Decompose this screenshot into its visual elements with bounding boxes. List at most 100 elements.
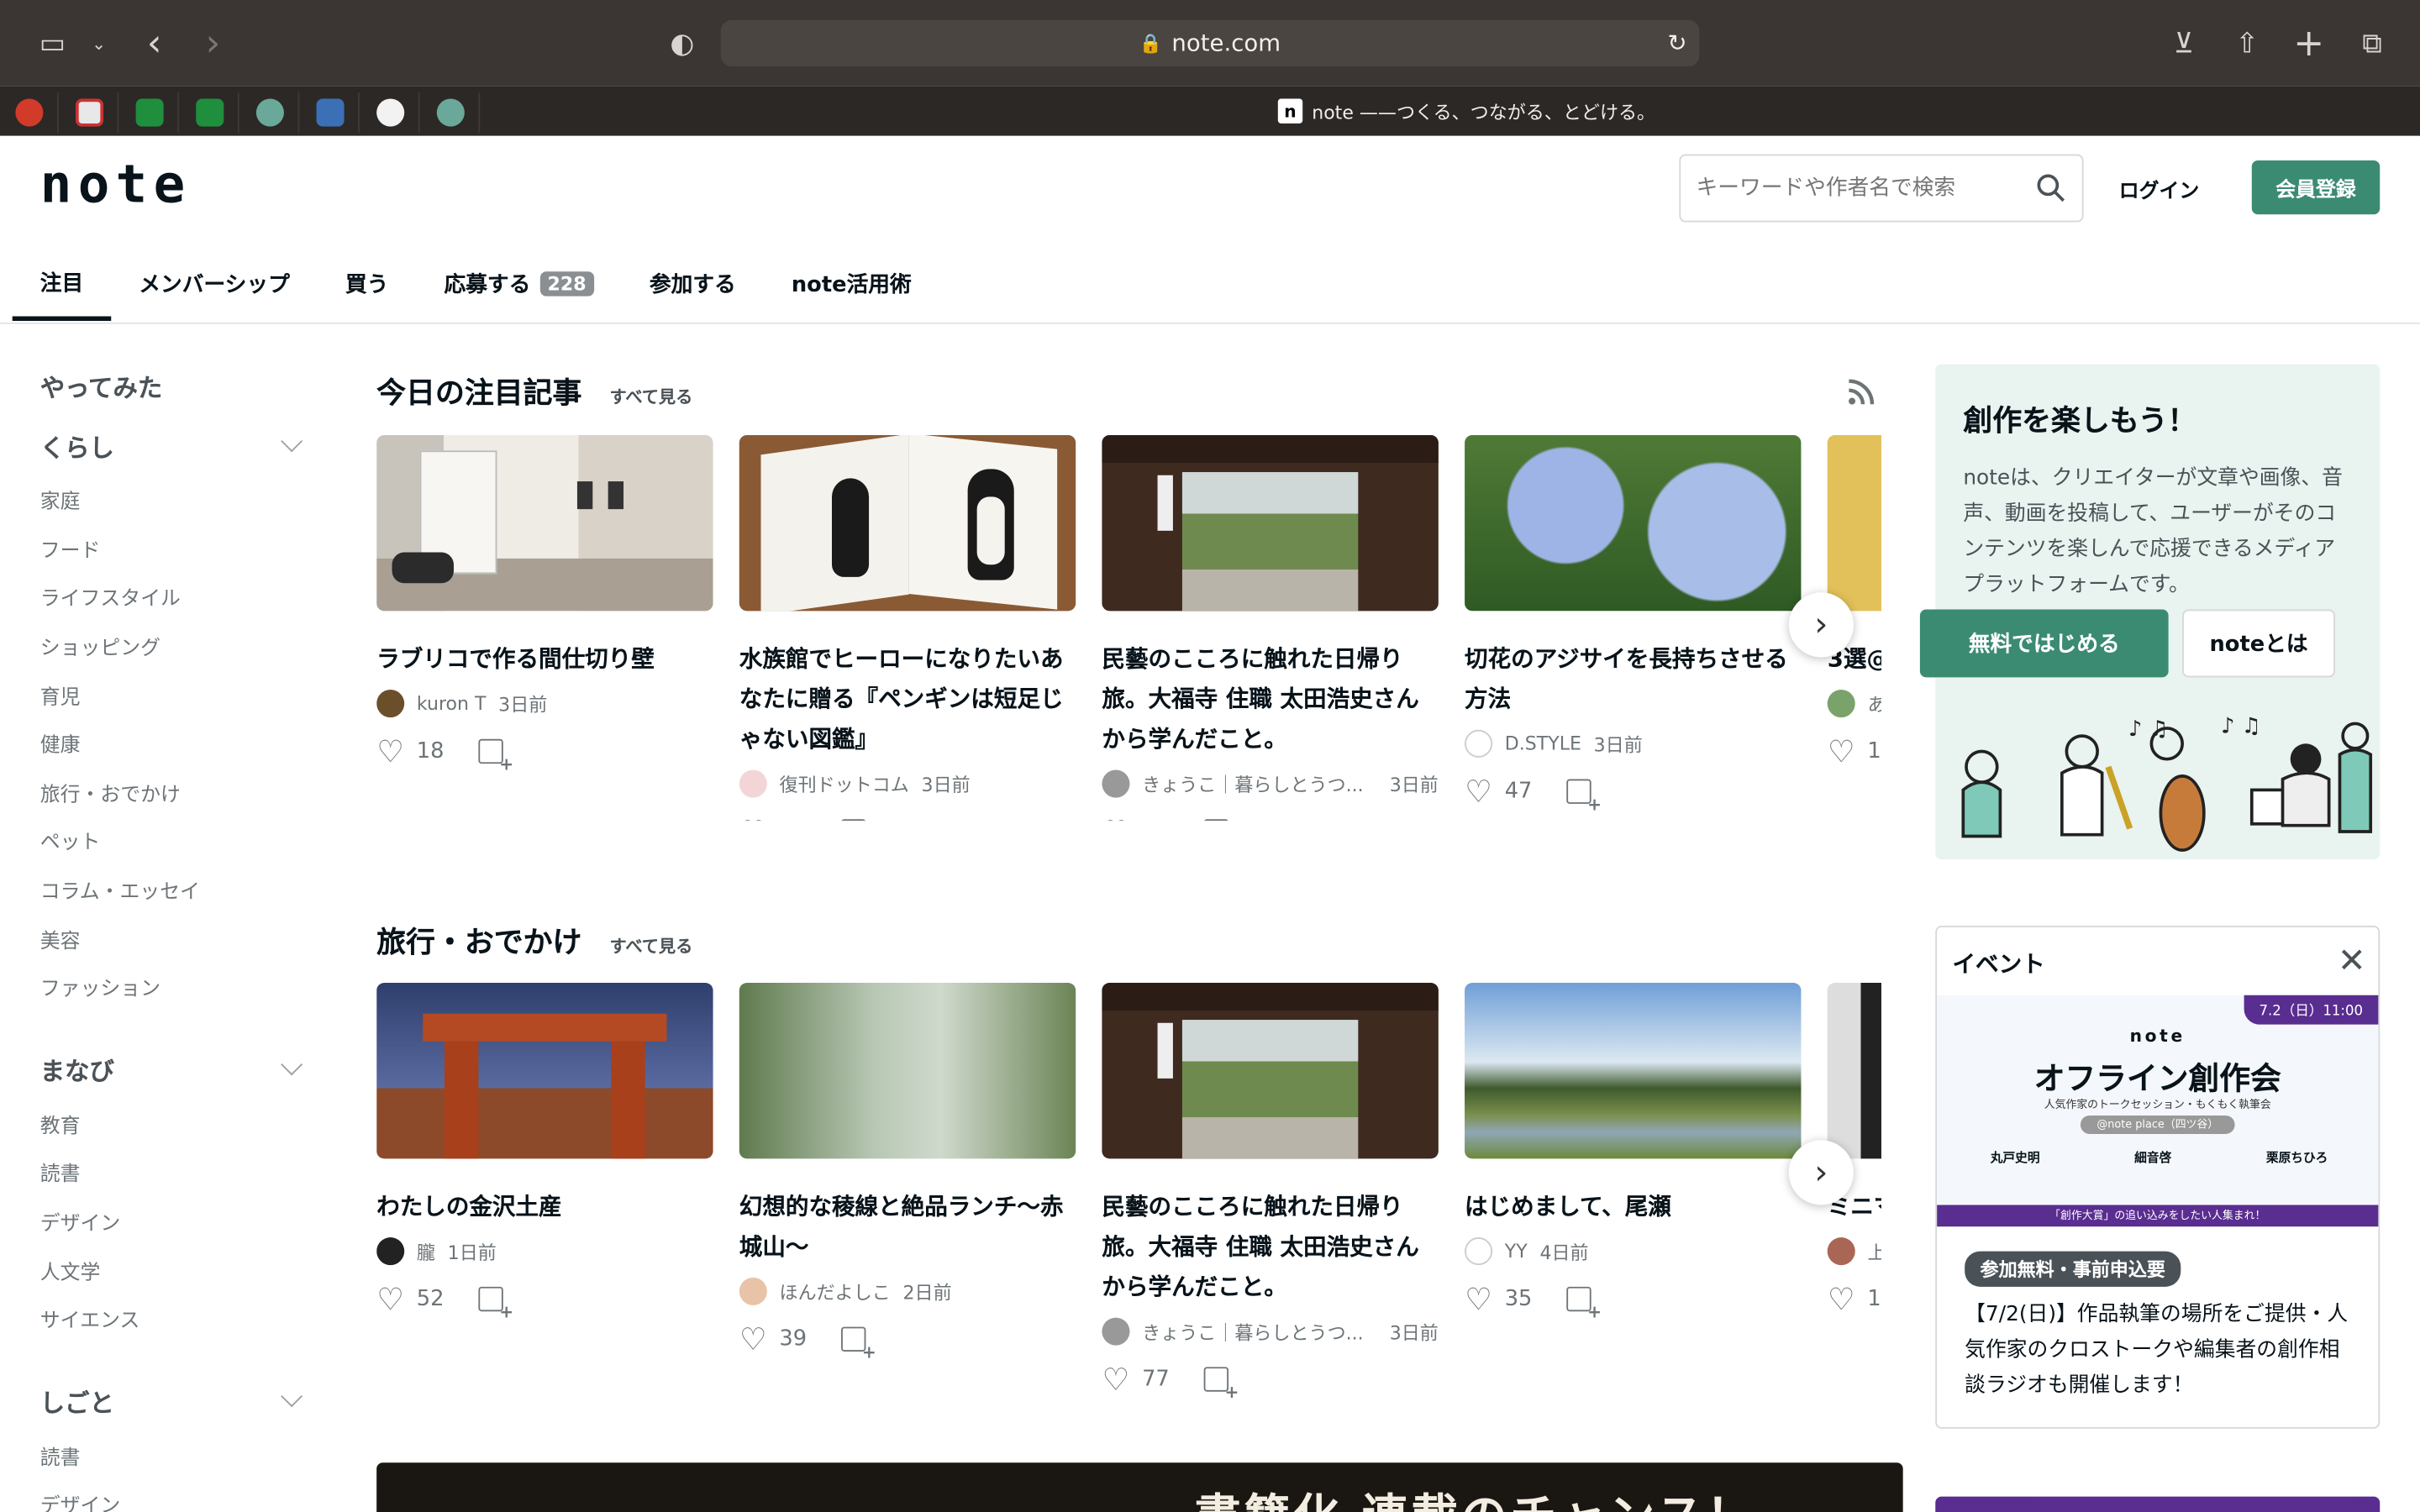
article-title[interactable]: 幻想的な稜線と絶品ランチ〜赤城山〜 [739,1186,1076,1267]
pinned-tab[interactable] [241,92,300,133]
sidebar-item[interactable]: コラム・エッセイ [40,865,318,914]
rss-icon[interactable] [1846,376,1877,407]
search-input[interactable] [1696,176,2005,201]
article-title[interactable]: 民藝のこころに触れた日帰り旅。大福寺 住職 太田浩史さんから学んだこと。 [1102,638,1438,759]
avatar[interactable] [1102,769,1130,798]
author-name[interactable]: きょうこ｜暮らしとうつ... [1142,770,1363,796]
chevron-down-icon[interactable] [281,429,303,452]
see-all-link[interactable]: すべて見る [610,933,693,958]
author-name[interactable]: kuron T [417,693,487,715]
side-banner[interactable] [1935,1496,2381,1512]
share-icon[interactable]: ⇧ [2226,22,2269,65]
sidebar-item[interactable]: ショッピング [40,622,318,670]
sidebar-item-yattemita[interactable]: やってみた [40,354,318,415]
sidebar-item[interactable]: 育児 [40,670,318,719]
magazine-add-icon[interactable] [1565,1286,1602,1322]
article-card[interactable]: ラブリコで作る間仕切り壁 kuron T 3日前 ♡ 18 [376,434,713,821]
sidebar-item[interactable]: 健康 [40,719,318,768]
article-card[interactable]: 民藝のこころに触れた日帰り旅。大福寺 住職 太田浩史さんから学んだこと。 きょう… [1102,434,1439,822]
magazine-add-icon[interactable] [1203,819,1228,822]
download-icon[interactable]: ⊻ [2162,22,2205,65]
login-button[interactable]: ログイン [2105,160,2213,216]
event-banner[interactable]: 7.2（日）11:00 note オフライン創作会 人気作家のトークセッション・… [1937,995,2379,1227]
signup-button[interactable]: 会員登録 [2251,160,2381,215]
sidebar-item[interactable]: 美容 [40,914,318,963]
author-name[interactable]: 上 [1867,1238,1881,1264]
active-tab[interactable]: n note ——つくる、つながる、とどける。 [1277,96,1655,127]
sidebar-group-manabi[interactable]: まなび [40,1039,318,1100]
heart-icon[interactable]: ♡ [739,816,767,822]
back-icon[interactable]: ‹ [133,22,176,65]
search-icon[interactable] [2036,173,2067,204]
carousel-next-button[interactable]: › [1788,1140,1854,1205]
avatar[interactable] [739,769,767,798]
avatar[interactable] [739,1277,767,1305]
heart-icon[interactable]: ♡ [1102,816,1129,822]
avatar[interactable] [1827,690,1855,718]
sidebar-item[interactable]: フード [40,524,318,573]
author-name[interactable]: あ [1867,690,1881,717]
heart-icon[interactable]: ♡ [739,1324,767,1355]
sidebar-toggle-icon[interactable]: ▭ [31,22,74,65]
see-all-link[interactable]: すべて見る [610,384,693,408]
article-title[interactable]: わたしの金沢土産 [376,1186,713,1226]
avatar[interactable] [1102,1317,1130,1346]
sidebar-item[interactable]: 読書 [40,1148,318,1197]
tab-join[interactable]: 参加する [622,247,764,321]
article-title[interactable]: ラブリコで作る間仕切り壁 [376,638,713,679]
chevron-down-icon[interactable]: ⌄ [77,22,120,65]
sidebar-group-kurashi[interactable]: くらし [40,415,318,475]
article-title[interactable]: はじめまして、尾瀬 [1465,1186,1801,1226]
carousel-next-button[interactable]: › [1788,592,1854,658]
address-bar[interactable]: 🔒 note.com ↻ [720,19,1700,66]
sidebar-item[interactable]: 読書 [40,1431,318,1480]
heart-icon[interactable]: ♡ [1828,736,1855,767]
heart-icon[interactable]: ♡ [1102,1364,1129,1395]
event-description[interactable]: 【7/2(日)】作品執筆の場所をご提供・人気作家のクロストークや編集者の創作相談… [1965,1298,2354,1404]
bottom-banner[interactable]: 書籍化 連載のチャンス！ [376,1462,1903,1512]
sidebar-item[interactable]: 旅行・おでかけ [40,768,318,816]
author-name[interactable]: 朧 [417,1238,435,1264]
sidebar-item[interactable]: 人文学 [40,1246,318,1294]
pinned-tab[interactable] [301,92,360,133]
article-card[interactable]: 水族館でヒーローになりたいあなたに贈る『ペンギンは短足じゃない図鑑』 復刊ドット… [739,434,1076,822]
sidebar-item[interactable]: 家庭 [40,475,318,524]
tab-overview-icon[interactable]: ⧉ [2350,22,2393,65]
sidebar-item[interactable]: デザイン [40,1480,318,1512]
article-title[interactable]: 水族館でヒーローになりたいあなたに贈る『ペンギンは短足じゃない図鑑』 [739,638,1076,759]
avatar[interactable] [1827,1237,1855,1266]
note-logo[interactable]: note [40,155,192,216]
shield-icon[interactable]: ◐ [660,22,703,65]
chevron-down-icon[interactable] [281,1053,303,1076]
magazine-add-icon[interactable] [840,1326,876,1362]
author-name[interactable]: きょうこ｜暮らしとうつ... [1142,1318,1363,1344]
article-card[interactable]: 幻想的な稜線と絶品ランチ〜赤城山〜 ほんだよしこ 2日前 ♡ 39 [739,982,1076,1396]
magazine-add-icon[interactable] [1565,779,1602,815]
avatar[interactable] [376,690,405,718]
author-name[interactable]: YY [1505,1241,1528,1263]
author-name[interactable]: ほんだよしこ [780,1278,891,1305]
sidebar-item[interactable]: 教育 [40,1100,318,1148]
magazine-add-icon[interactable] [477,738,513,774]
article-card[interactable]: わたしの金沢土産 朧 1日前 ♡ 52 [376,982,713,1396]
magazine-add-icon[interactable] [1203,1367,1239,1403]
pinned-tab[interactable] [60,92,119,133]
pinned-tab[interactable] [421,92,481,133]
sidebar-item[interactable]: ライフスタイル [40,573,318,622]
article-title[interactable]: 民藝のこころに触れた日帰り旅。大福寺 住職 太田浩史さんから学んだこと。 [1102,1186,1438,1306]
avatar[interactable] [1465,729,1493,758]
tab-tips[interactable]: note活用術 [764,247,939,321]
chevron-down-icon[interactable] [281,1385,303,1408]
heart-icon[interactable]: ♡ [1828,1284,1855,1315]
pinned-tab[interactable] [120,92,180,133]
tab-apply[interactable]: 応募する 228 [416,247,621,321]
magazine-add-icon[interactable] [840,819,865,822]
sidebar-item[interactable]: デザイン [40,1197,318,1246]
tab-buy[interactable]: 買う [318,247,417,321]
heart-icon[interactable]: ♡ [376,1284,404,1315]
reload-icon[interactable]: ↻ [1667,29,1686,57]
sidebar-item[interactable]: ファッション [40,963,318,1011]
author-name[interactable]: 復刊ドットコム [780,770,909,796]
close-icon[interactable]: ✕ [2338,942,2366,981]
magazine-add-icon[interactable] [477,1286,513,1322]
